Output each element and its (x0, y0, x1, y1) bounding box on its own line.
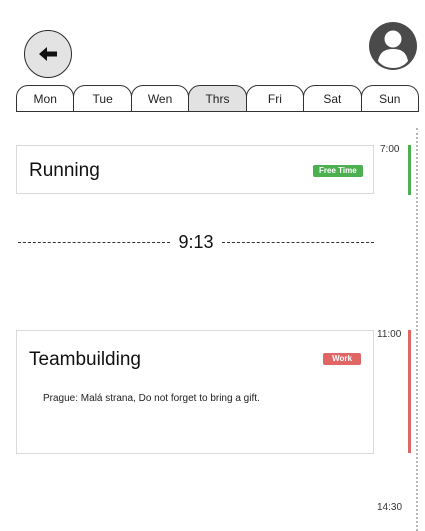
profile-avatar[interactable] (368, 20, 418, 72)
event-tag: Free Time (313, 165, 363, 177)
event-description: Prague: Malá strana, Do not forget to br… (43, 393, 260, 404)
event-title: Teambuilding (29, 349, 141, 370)
timeline-track (416, 128, 418, 531)
event-duration-bar-teambuilding (408, 330, 411, 453)
dashed-line (221, 241, 375, 243)
tab-fri[interactable]: Fri (245, 85, 305, 112)
day-tabs: Mon Tue Wen Thrs Fri Sat Sun (16, 85, 419, 112)
time-label-7: 7:00 (380, 144, 400, 155)
tab-sun[interactable]: Sun (360, 85, 419, 112)
user-avatar-icon (369, 22, 417, 70)
top-bar: Mon Tue Wen Thrs Fri Sat Sun (0, 0, 425, 120)
time-label-1430: 14:30 (377, 502, 403, 513)
time-label-11: 11:00 (377, 329, 402, 340)
dashed-line (18, 241, 171, 243)
tab-mon[interactable]: Mon (16, 85, 75, 112)
current-time-label: 9:13 (178, 231, 214, 252)
event-tag: Work (323, 353, 361, 365)
event-title: Running (29, 160, 100, 181)
event-card-running[interactable]: Running Free Time (16, 145, 374, 194)
event-duration-bar-running (408, 145, 411, 195)
tab-tue[interactable]: Tue (73, 85, 132, 112)
event-card-teambuilding[interactable]: Teambuilding Work Prague: Malá strana, D… (16, 330, 374, 454)
current-time-indicator: 9:13 (18, 231, 375, 253)
tab-sat[interactable]: Sat (303, 85, 362, 112)
tab-thrs[interactable]: Thrs (188, 85, 247, 112)
arrow-left-icon (39, 47, 57, 61)
back-button[interactable] (24, 30, 72, 78)
tab-wen[interactable]: Wen (130, 85, 190, 112)
